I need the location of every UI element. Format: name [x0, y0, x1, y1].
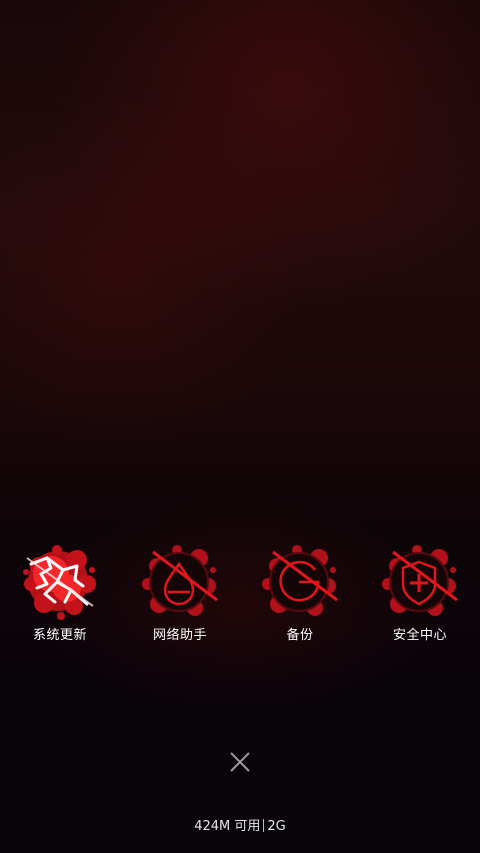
network-assistant-icon: [142, 545, 218, 616]
memory-status: 424M 可用 2G: [0, 818, 480, 836]
app-label: 备份: [286, 628, 314, 643]
app-label: 系统更新: [32, 628, 87, 643]
backup-icon: [262, 545, 338, 616]
security-center-icon: [382, 545, 458, 616]
app-backup[interactable]: 备份: [240, 540, 360, 644]
app-network-assistant[interactable]: 网络助手: [120, 540, 240, 644]
system-update-icon: [23, 545, 96, 620]
app-system-update[interactable]: 系统更新: [0, 540, 120, 644]
memory-available: 424M 可用: [194, 819, 261, 834]
memory-total: 2G: [267, 819, 286, 834]
app-label: 网络助手: [152, 628, 207, 643]
app-label: 安全中心: [392, 628, 447, 643]
app-shortcut-row: 系统更新 网络助手 备份 安全中心: [0, 540, 480, 644]
app-security-center[interactable]: 安全中心: [360, 540, 480, 644]
close-icon[interactable]: [224, 746, 256, 778]
divider: [263, 819, 265, 832]
recent-apps-screen: 系统更新 网络助手 备份 安全中心 424M 可用 2G: [0, 0, 480, 853]
